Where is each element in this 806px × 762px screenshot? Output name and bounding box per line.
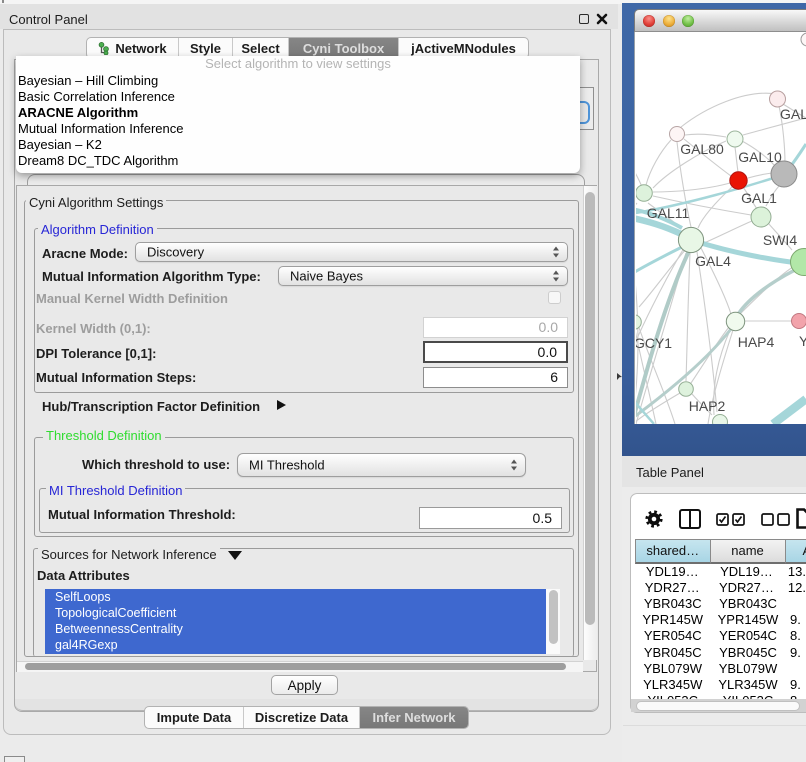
svg-text:GAL: GAL xyxy=(780,106,806,122)
svg-text:HAP4: HAP4 xyxy=(738,334,775,350)
svg-text:GAL10: GAL10 xyxy=(738,149,782,165)
svg-text:GAL80: GAL80 xyxy=(680,141,724,157)
svg-text:SWI4: SWI4 xyxy=(763,232,797,248)
svg-text:HAP2: HAP2 xyxy=(689,398,726,414)
svg-text:GAL4: GAL4 xyxy=(695,253,731,269)
svg-text:GAL1: GAL1 xyxy=(741,190,777,206)
svg-text:GCY1: GCY1 xyxy=(636,335,672,351)
svg-text:GAL11: GAL11 xyxy=(647,205,690,221)
svg-text:Y: Y xyxy=(799,333,806,349)
